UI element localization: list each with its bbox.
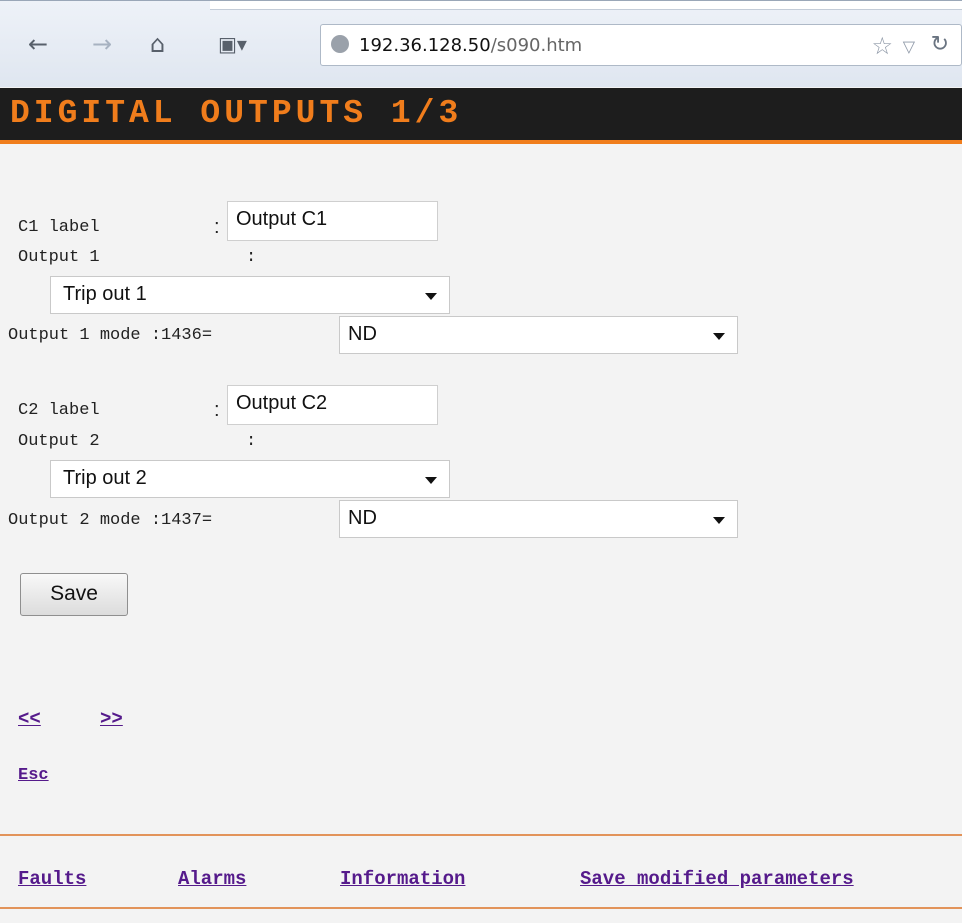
dropdown-icon[interactable]: ▽	[903, 37, 915, 56]
output-1-mode-caption: Output 1 mode :1436=	[8, 326, 213, 345]
reload-icon[interactable]: ↻	[931, 32, 949, 57]
output-2-mode-caption: Output 2 mode :1437=	[8, 511, 213, 530]
output-2-select-value: Trip out 2	[63, 467, 147, 489]
tab-strip	[210, 1, 962, 10]
c2-label-separator: :	[214, 399, 220, 421]
browser-toolbar: ← → ⌂ ▣▾ 192.36.128.50/s090.htm ☆ ▽ ↻	[0, 0, 962, 87]
output-1-separator: :	[246, 248, 257, 267]
output-2-mode-value: ND	[348, 507, 377, 529]
address-bar[interactable]: 192.36.128.50/s090.htm ☆ ▽ ↻	[320, 24, 962, 66]
information-link[interactable]: Information	[340, 868, 465, 890]
chevron-down-icon	[425, 293, 437, 300]
url-host: 192.36.128.50	[359, 35, 491, 56]
previous-page-link[interactable]: <<	[18, 708, 41, 730]
bookmark-icon[interactable]: ▣▾	[218, 31, 247, 57]
forward-arrow-icon[interactable]: →	[92, 31, 112, 57]
chevron-down-icon	[713, 333, 725, 340]
c2-label-caption: C2 label	[18, 401, 100, 420]
next-page-link[interactable]: >>	[100, 708, 123, 730]
output-1-select-value: Trip out 1	[63, 283, 147, 305]
save-modified-parameters-link[interactable]: Save modified parameters	[580, 868, 854, 890]
c1-label-input[interactable]: Output C1	[227, 201, 438, 241]
url-text[interactable]: 192.36.128.50/s090.htm	[359, 35, 582, 56]
output-2-caption: Output 2	[18, 432, 100, 451]
footer-divider-bottom	[0, 907, 962, 909]
output-2-mode-select[interactable]: ND	[339, 500, 738, 538]
output-1-select[interactable]: Trip out 1	[50, 276, 450, 314]
page-header: DIGITAL OUTPUTS 1/3	[0, 88, 962, 144]
c2-label-input[interactable]: Output C2	[227, 385, 438, 425]
alarms-link[interactable]: Alarms	[178, 868, 246, 890]
c1-label-separator: :	[214, 216, 220, 238]
output-1-mode-select[interactable]: ND	[339, 316, 738, 354]
home-icon[interactable]: ⌂	[150, 31, 165, 57]
c1-label-caption: C1 label	[18, 218, 100, 237]
output-1-caption: Output 1	[18, 248, 100, 267]
page-title: DIGITAL OUTPUTS 1/3	[10, 95, 463, 132]
output-2-select[interactable]: Trip out 2	[50, 460, 450, 498]
output-2-separator: :	[246, 432, 257, 451]
faults-link[interactable]: Faults	[18, 868, 86, 890]
globe-icon	[331, 35, 349, 53]
save-button[interactable]: Save	[20, 573, 128, 616]
back-arrow-icon[interactable]: ←	[28, 31, 48, 57]
esc-link[interactable]: Esc	[18, 766, 49, 785]
chevron-down-icon	[425, 477, 437, 484]
chevron-down-icon	[713, 517, 725, 524]
footer-divider-top	[0, 834, 962, 836]
output-1-mode-value: ND	[348, 323, 377, 345]
star-icon[interactable]: ☆	[871, 32, 893, 60]
url-path: /s090.htm	[490, 35, 583, 56]
